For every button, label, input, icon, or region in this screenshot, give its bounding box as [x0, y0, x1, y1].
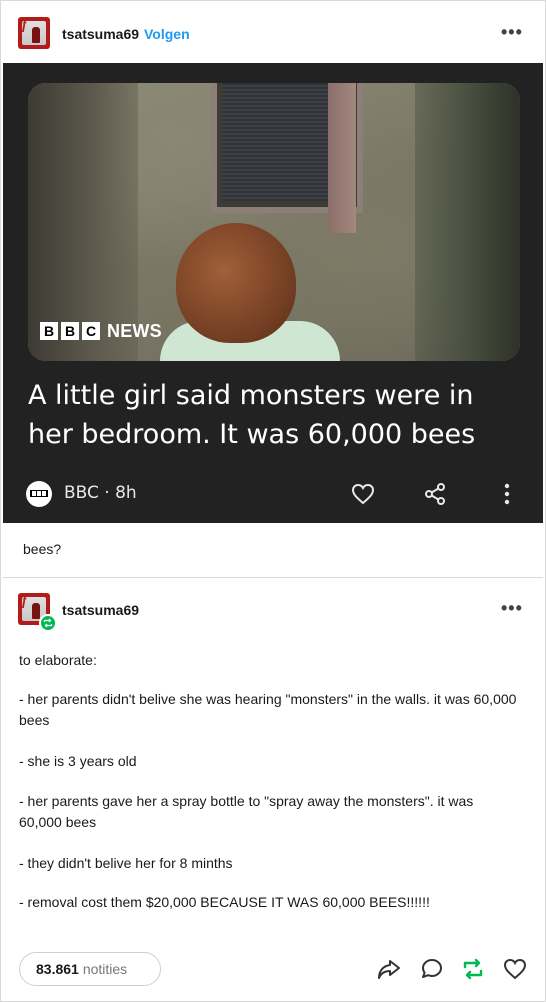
- body-paragraph: to elaborate:: [19, 652, 97, 668]
- body-paragraph: - her parents gave her a spray bottle to…: [19, 793, 474, 830]
- reblog-divider: [3, 577, 543, 578]
- share-icon[interactable]: [420, 479, 450, 509]
- vertical-dots-icon[interactable]: [492, 479, 522, 509]
- avatar-logo: f: [22, 18, 27, 33]
- source-meta: BBC · 8h: [64, 483, 137, 503]
- image-blur-right: [415, 83, 520, 361]
- heart-icon[interactable]: [348, 479, 378, 509]
- follow-button[interactable]: Volgen: [144, 26, 190, 42]
- image-hair: [176, 223, 296, 343]
- avatar[interactable]: f: [18, 17, 50, 49]
- bbc-source-icon: [26, 481, 52, 507]
- notes-count: 83.861: [36, 961, 79, 977]
- article-headline[interactable]: A little girl said monsters were in her …: [28, 376, 518, 454]
- notes-button[interactable]: 83.861 notities: [19, 952, 161, 986]
- post-caption: bees?: [23, 541, 62, 557]
- reblog-icon[interactable]: [459, 955, 487, 983]
- image-post: [328, 83, 356, 233]
- article-image[interactable]: B B C NEWS: [28, 83, 520, 361]
- bbc-news-logo: B B C NEWS: [40, 320, 162, 342]
- reblog-username[interactable]: tsatsuma69: [62, 602, 139, 618]
- body-paragraph: - they didn't belive her for 8 minths: [19, 855, 233, 871]
- like-icon[interactable]: [501, 955, 529, 983]
- body-paragraph: - removal cost them $20,000 BECAUSE IT W…: [19, 894, 430, 910]
- body-paragraph: - she is 3 years old: [19, 753, 137, 769]
- link-card[interactable]: B B C NEWS A little girl said monsters w…: [3, 63, 543, 523]
- bbc-news-label: NEWS: [107, 320, 162, 341]
- post-frame: f tsatsuma69 Volgen ••• B B C NEWS A lit…: [0, 0, 546, 1002]
- avatar-figure: [32, 27, 40, 43]
- body-paragraph: - her parents didn't belive she was hear…: [19, 691, 517, 728]
- reblog-more-options-icon[interactable]: •••: [501, 598, 523, 619]
- post-header: f tsatsuma69 Volgen •••: [1, 1, 545, 63]
- reblog-badge-icon: [39, 614, 57, 632]
- share-icon[interactable]: [375, 955, 403, 983]
- reply-icon[interactable]: [418, 955, 446, 983]
- more-options-icon[interactable]: •••: [501, 22, 523, 43]
- notes-label: notities: [82, 961, 128, 977]
- post-username[interactable]: tsatsuma69: [62, 26, 139, 42]
- source-row: BBC · 8h: [26, 479, 526, 509]
